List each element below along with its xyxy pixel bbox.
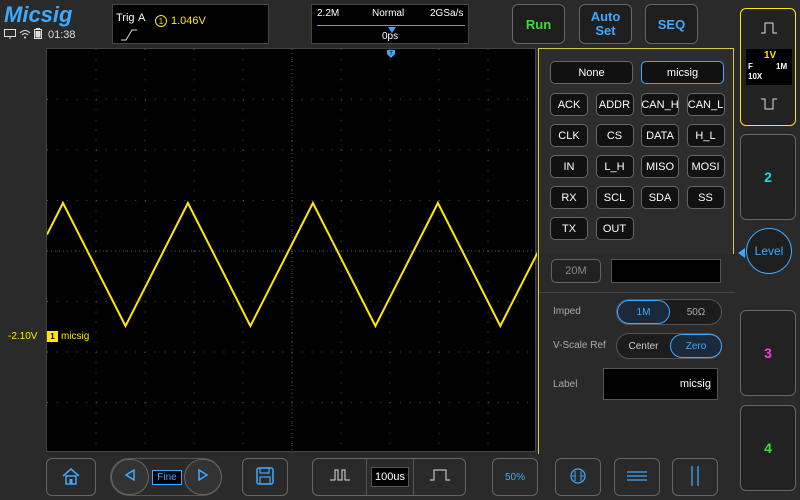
imped-50-option[interactable]: 50Ω xyxy=(670,300,722,324)
auto-set-label-2: Set xyxy=(595,23,616,38)
seq-button[interactable]: SEQ xyxy=(645,4,698,44)
vertical-cursors-button[interactable] xyxy=(672,458,718,496)
trigger-position: 0ps xyxy=(382,31,399,42)
label-option-can-h[interactable]: CAN_H xyxy=(641,93,679,116)
label-option-ss[interactable]: SS xyxy=(686,186,725,209)
horizontal-cursors-button[interactable] xyxy=(614,458,660,496)
timebase-panel[interactable]: 2.2M Normal 2GSa/s 0ps xyxy=(311,4,469,44)
label-none-button[interactable]: None xyxy=(550,61,633,84)
label-option-sda[interactable]: SDA xyxy=(641,186,679,209)
label-option-cs[interactable]: CS xyxy=(595,124,634,147)
label-option-l-h[interactable]: L_H xyxy=(595,155,634,178)
memory-depth: 2.2M xyxy=(317,8,340,19)
wide-pulse-icon xyxy=(430,468,450,486)
save-icon xyxy=(256,466,274,488)
home-button[interactable] xyxy=(46,458,96,496)
sample-rate: 2GSa/s xyxy=(430,8,464,19)
run-button[interactable]: Run xyxy=(512,4,565,44)
ch1-probe-low-icon xyxy=(761,97,777,113)
label-option-in[interactable]: IN xyxy=(550,155,588,178)
divider xyxy=(539,292,735,293)
label-option-clk[interactable]: CLK xyxy=(550,124,588,147)
vscale-center-option[interactable]: Center xyxy=(617,334,670,358)
trigger-source: A xyxy=(138,12,146,24)
clock-time: 01:38 xyxy=(48,29,76,41)
monitor-icon xyxy=(4,28,16,42)
vscale-ref-toggle[interactable]: Center Zero xyxy=(616,333,722,359)
ch3-button[interactable]: 3 xyxy=(740,310,796,396)
label-field-label: Label xyxy=(553,379,578,390)
label-current-button[interactable]: micsig xyxy=(641,61,724,84)
status-bar: 01:38 xyxy=(4,28,76,42)
ch1-volts-div: 1V xyxy=(764,50,777,61)
trigger-info-panel[interactable]: Trig A 1 1.046V xyxy=(112,4,269,44)
trigger-channel-badge: 1 xyxy=(155,15,167,27)
waveform-display[interactable] xyxy=(46,48,627,454)
arrow-left-icon xyxy=(124,468,135,486)
battery-icon xyxy=(34,28,42,42)
label-option-addr[interactable]: ADDR xyxy=(595,93,634,116)
time-per-div[interactable]: 100us xyxy=(371,467,409,487)
label-option-rx[interactable]: RX xyxy=(550,186,588,209)
timebase-wide-button[interactable] xyxy=(413,459,466,495)
ch2-button[interactable]: 2 xyxy=(740,134,796,220)
timebase-narrow-button[interactable] xyxy=(313,459,367,495)
auto-set-label-1: Auto xyxy=(590,9,621,24)
timebase-control: 100us xyxy=(312,458,466,496)
cursor-icon xyxy=(567,467,589,487)
auto-set-button[interactable]: Auto Set xyxy=(579,4,632,44)
label-option-tx[interactable]: TX xyxy=(550,217,588,240)
label-option-mosi[interactable]: MOSI xyxy=(686,155,725,178)
label-option-data[interactable]: DATA xyxy=(641,124,679,147)
trigger-label: Trig xyxy=(116,12,135,24)
fine-left-button[interactable] xyxy=(111,459,149,495)
ch1-offset-label: -2.10V xyxy=(8,331,38,342)
fine-mode-label[interactable]: Fine xyxy=(152,470,182,485)
channel-settings-menu: 20M Imped 1M 50Ω V-Scale Ref Center Zero… xyxy=(539,254,735,455)
ch1-probe-high-icon xyxy=(761,21,777,37)
ch4-button[interactable]: 4 xyxy=(740,405,796,491)
ch1-coupling: F xyxy=(748,62,753,71)
level-knob-button[interactable]: Level xyxy=(746,228,792,274)
trigger-50-percent-button[interactable]: 50% xyxy=(492,458,538,496)
save-button[interactable] xyxy=(242,458,288,496)
vscale-zero-option[interactable]: Zero xyxy=(670,334,722,358)
narrow-pulse-icon xyxy=(329,468,350,486)
acquire-mode: Normal xyxy=(372,8,405,19)
fine-adjust-control: Fine xyxy=(110,458,222,496)
horizontal-lines-icon xyxy=(626,468,648,487)
ch1-button[interactable]: 1V F 1M 10X xyxy=(740,8,796,126)
waveform-canvas xyxy=(46,49,627,454)
micsig-logo: Micsig xyxy=(4,2,73,27)
fine-right-button[interactable] xyxy=(184,459,222,495)
ch1-ground-marker[interactable]: 1 xyxy=(47,331,58,342)
wifi-icon xyxy=(19,29,31,42)
bw-limit-20m-button[interactable]: 20M xyxy=(551,259,601,283)
label-option-can-l[interactable]: CAN_L xyxy=(686,93,725,116)
level-arrow-icon xyxy=(738,245,745,263)
vertical-lines-icon xyxy=(687,465,703,490)
label-option-h-l[interactable]: H_L xyxy=(686,124,725,147)
ch1-bandwidth: 1M xyxy=(776,62,788,71)
ch1-label-text: micsig xyxy=(61,331,90,342)
label-option-miso[interactable]: MISO xyxy=(641,155,679,178)
vscale-ref-label: V-Scale Ref xyxy=(553,340,606,351)
ch1-probe-ratio: 10X xyxy=(748,72,763,81)
bw-limit-value-field[interactable] xyxy=(611,259,721,283)
cursor-measure-button[interactable] xyxy=(555,458,601,496)
label-option-ack[interactable]: ACK xyxy=(550,93,588,116)
ch1-info-box: 1V F 1M 10X xyxy=(746,49,792,85)
trigger-position-marker-icon: T xyxy=(387,45,395,63)
imped-label: Imped xyxy=(553,306,581,317)
label-value-field[interactable]: micsig xyxy=(603,368,718,400)
label-option-out[interactable]: OUT xyxy=(595,217,634,240)
imped-1m-option[interactable]: 1M xyxy=(617,300,670,324)
channel-label-popup: None micsig ACK ADDR CAN_H CAN_L CLK CS DATA H_… xyxy=(538,48,735,455)
arrow-right-icon xyxy=(198,468,209,486)
home-icon xyxy=(61,467,81,488)
label-option-scl[interactable]: SCL xyxy=(595,186,634,209)
trigger-level-value: 1.046V xyxy=(171,15,206,27)
imped-toggle[interactable]: 1M 50Ω xyxy=(616,299,722,325)
rising-edge-icon xyxy=(121,28,137,46)
